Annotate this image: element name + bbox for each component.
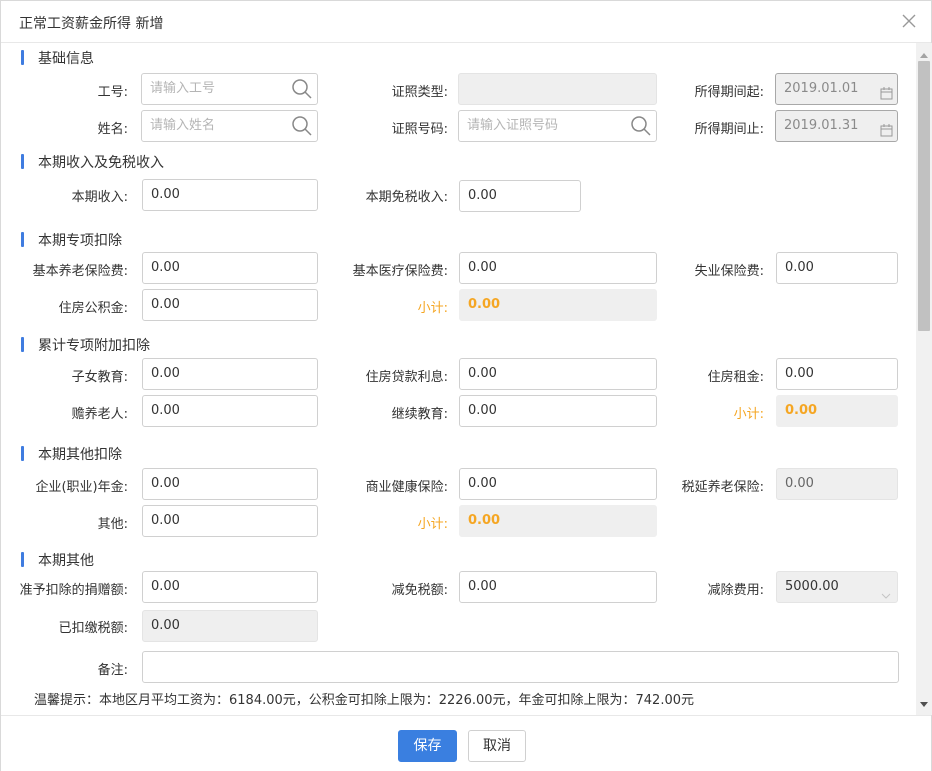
id-type-label: 证照类型: [391, 85, 448, 100]
unemployment-input[interactable]: 0.00 [776, 252, 898, 284]
job-no-placeholder: 请输入工号 [150, 81, 216, 96]
paid-tax-label: 已扣缴税额: [58, 621, 128, 636]
period-start-date[interactable]: 2019.01.01 [775, 73, 898, 105]
scroll-up-icon[interactable] [920, 47, 928, 62]
medical-input[interactable]: 0.00 [459, 252, 657, 284]
remark-label: 备注: [97, 663, 128, 678]
continuing-edu-input[interactable]: 0.00 [459, 395, 657, 427]
taxfree-income-input[interactable]: 0.00 [459, 180, 581, 212]
dialog: 正常工资薪金所得 新增 基础信息 工号: 请输入工号 姓名: 请输入姓名 证照类… [0, 0, 932, 771]
chevron-down-icon[interactable] [881, 582, 891, 602]
scroll-down-icon[interactable] [920, 696, 928, 711]
taxfree-income-label: 本期免税收入: [365, 190, 448, 205]
section-title: 累计专项附加扣除 [38, 338, 150, 354]
period-start-value: 2019.01.01 [784, 81, 859, 96]
health-insurance-input[interactable]: 0.00 [459, 468, 657, 500]
cumulative-subtotal-value: 0.00 [776, 395, 898, 427]
dialog-footer: 保存 取消 [1, 715, 931, 771]
special-subtotal-value: 0.00 [459, 289, 657, 321]
close-icon[interactable] [897, 9, 921, 33]
cancel-button[interactable]: 取消 [468, 730, 526, 762]
others-label: 其他: [97, 517, 128, 532]
name-placeholder: 请输入姓名 [150, 118, 216, 133]
dialog-title: 正常工资薪金所得 新增 [19, 16, 164, 32]
continuing-edu-label: 继续教育: [391, 407, 448, 422]
unemployment-label: 失业保险费: [694, 264, 764, 279]
pension-input[interactable]: 0.00 [142, 252, 318, 284]
loan-interest-label: 住房贷款利息: [365, 370, 448, 385]
scrollbar-thumb[interactable] [918, 61, 930, 331]
child-edu-label: 子女教育: [71, 370, 128, 385]
calendar-icon[interactable] [880, 119, 893, 141]
period-end-label: 所得期间止: [694, 122, 764, 137]
loan-interest-input[interactable]: 0.00 [459, 358, 657, 390]
deduct-fee-value: 5000.00 [785, 579, 839, 594]
child-edu-input[interactable]: 0.00 [142, 358, 318, 390]
deferred-pension-label: 税延养老保险: [681, 480, 764, 495]
cumulative-subtotal-label: 小计: [733, 407, 764, 422]
rent-input[interactable]: 0.00 [776, 358, 898, 390]
search-icon[interactable] [630, 115, 652, 141]
period-start-label: 所得期间起: [694, 85, 764, 100]
id-no-placeholder: 请输入证照号码 [467, 118, 559, 133]
search-icon[interactable] [291, 78, 313, 104]
others-input[interactable]: 0.00 [142, 505, 318, 537]
name-label: 姓名: [97, 122, 128, 137]
income-label: 本期收入: [71, 190, 128, 205]
name-input[interactable]: 请输入姓名 [141, 110, 318, 142]
other-deduct-subtotal-label: 小计: [417, 517, 448, 532]
id-no-label: 证照号码: [391, 122, 448, 137]
tax-relief-label: 减免税额: [391, 583, 448, 598]
period-end-date[interactable]: 2019.01.31 [775, 110, 898, 142]
tip-text: 温馨提示：本地区月平均工资为：6184.00元，公积金可扣除上限为：2226.0… [34, 693, 695, 708]
deduct-fee-label: 减除费用: [707, 583, 764, 598]
housing-fund-input[interactable]: 0.00 [142, 289, 318, 321]
housing-fund-label: 住房公积金: [58, 301, 128, 316]
health-insurance-label: 商业健康保险: [365, 480, 448, 495]
donation-label: 准予扣除的捐赠额: [19, 583, 128, 598]
annuity-label: 企业(职业)年金: [35, 480, 128, 495]
elderly-input[interactable]: 0.00 [142, 395, 318, 427]
save-button[interactable]: 保存 [398, 730, 457, 762]
section-marker [21, 446, 24, 461]
rent-label: 住房租金: [707, 370, 764, 385]
search-icon[interactable] [291, 115, 313, 141]
section-marker [21, 50, 24, 65]
dialog-titlebar: 正常工资薪金所得 新增 [1, 1, 931, 43]
period-end-value: 2019.01.31 [784, 118, 859, 133]
section-title: 本期专项扣除 [38, 233, 122, 249]
elderly-label: 赡养老人: [71, 407, 128, 422]
deduct-fee-select[interactable]: 5000.00 [776, 571, 898, 603]
annuity-input[interactable]: 0.00 [142, 468, 318, 500]
remark-input[interactable] [142, 651, 899, 683]
section-marker [21, 552, 24, 567]
medical-label: 基本医疗保险费: [352, 264, 448, 279]
scrollbar[interactable] [916, 43, 932, 715]
section-marker [21, 232, 24, 247]
deferred-pension-input[interactable]: 0.00 [776, 468, 898, 500]
job-no-input[interactable]: 请输入工号 [141, 73, 318, 105]
id-type-select[interactable] [458, 73, 657, 105]
special-subtotal-label: 小计: [417, 301, 448, 316]
job-no-label: 工号: [97, 85, 128, 100]
form-content: 基础信息 工号: 请输入工号 姓名: 请输入姓名 证照类型: 证照号码: 请输入… [1, 43, 916, 715]
other-deduct-subtotal-value: 0.00 [459, 505, 657, 537]
calendar-icon[interactable] [880, 82, 893, 104]
income-input[interactable]: 0.00 [142, 179, 318, 211]
id-no-input[interactable]: 请输入证照号码 [458, 110, 657, 142]
section-title: 本期其他 [38, 553, 94, 569]
paid-tax-input[interactable]: 0.00 [142, 610, 318, 642]
tax-relief-input[interactable]: 0.00 [459, 571, 657, 603]
section-title: 本期其他扣除 [38, 447, 122, 463]
section-marker [21, 154, 24, 169]
section-title: 本期收入及免税收入 [38, 155, 164, 171]
donation-input[interactable]: 0.00 [142, 571, 318, 603]
section-title: 基础信息 [38, 51, 94, 67]
section-marker [21, 337, 24, 352]
pension-label: 基本养老保险费: [32, 264, 128, 279]
